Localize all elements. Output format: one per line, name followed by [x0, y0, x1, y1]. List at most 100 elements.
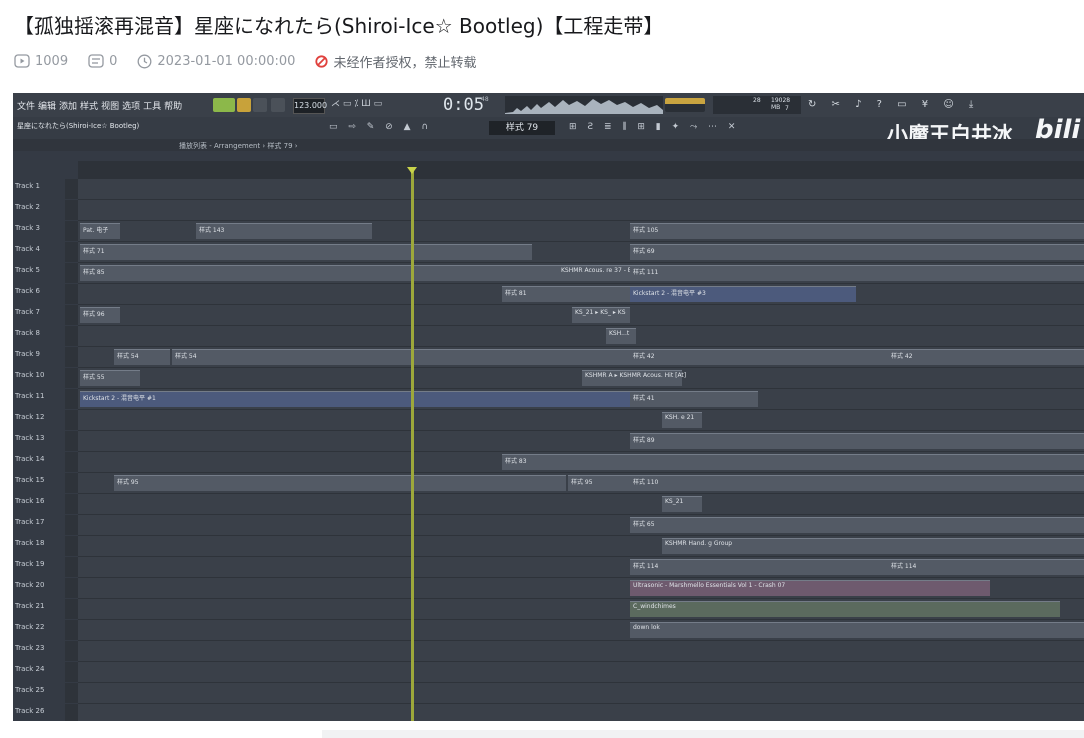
track-lane: 样式 55 KSHMR A ▸ KSHMR Acous. Hit [At] [78, 368, 1084, 389]
clip: KSHMR Acous. re 37 - Bb [558, 265, 636, 281]
clip: C_windchimes [630, 601, 1060, 617]
track-label: Track 22 [15, 623, 45, 631]
danmaku-icon [88, 54, 104, 68]
forbidden-icon [315, 54, 329, 68]
track-lane: Pat. 电子 样式 143 样式 105 [78, 221, 1084, 242]
video-stats: 1009 0 2023-01-01 00:00:00 未经作者授权，禁止转载 [14, 52, 496, 71]
clip: 样式 42 [888, 349, 1084, 365]
clip: 样式 89 [630, 433, 1084, 449]
playlist-tracks: Track 1 Track 2 Track 3 Pat. 电子 样式 143 样… [13, 179, 1084, 721]
danmaku-count-value: 0 [109, 53, 118, 69]
track-lane: Kickstart 2 - 混音电平 #1 样式 41 [78, 389, 1084, 410]
publish-time-value: 2023-01-01 00:00:00 [157, 53, 296, 69]
clip-name: 样式 71 [83, 248, 105, 255]
clip-name: 样式 95 [571, 479, 593, 486]
track-selector [65, 305, 78, 325]
clip-name: Pat. 电子 [83, 227, 109, 234]
track-label: Track 15 [15, 476, 45, 484]
track-label: Track 11 [15, 392, 45, 400]
track-label: Track 9 [15, 350, 40, 358]
track-lane: down lok [78, 620, 1084, 641]
track-label: Track 8 [15, 329, 40, 337]
clip-name: 样式 69 [633, 248, 655, 255]
publish-time: 2023-01-01 00:00:00 [137, 54, 295, 69]
clip: KSH. e 21 [662, 412, 702, 428]
clip-name: 样式 143 [199, 227, 225, 234]
track-selector [65, 431, 78, 451]
track-selector [65, 683, 78, 703]
track-label: Track 25 [15, 686, 45, 694]
copyright-text: 未经作者授权，禁止转载 [333, 55, 477, 71]
tempo-display: 123.000 [293, 98, 327, 114]
track-label: Track 18 [15, 539, 45, 547]
time-sub-display: 48 [481, 96, 489, 103]
track-selector [65, 221, 78, 241]
track-lane: KS_21 [78, 494, 1084, 515]
playlist-breadcrumb: 播放列表 - Arrangement › 样式 79 › [179, 142, 298, 150]
cpu-monitor: 28 19028 MB 7 [713, 96, 801, 114]
track-selector [65, 662, 78, 682]
track-label: Track 2 [15, 203, 40, 211]
track-lane: KSHMR Hand. g Group [78, 536, 1084, 557]
play-count-icon [14, 54, 30, 68]
clip-name: 样式 105 [633, 227, 659, 234]
track-lane [78, 200, 1084, 221]
track-selector [65, 473, 78, 493]
view-count-value: 1009 [35, 53, 69, 69]
cpu-value: 28 [753, 97, 761, 104]
playhead [411, 168, 414, 721]
clip-name: 样式 85 [83, 269, 105, 276]
stop-button [253, 98, 267, 112]
track-lane [78, 704, 1084, 721]
clip: 样式 55 [80, 370, 140, 386]
track-lane: KSH. e 21 [78, 410, 1084, 431]
clip: Kickstart 2 - 混音电平 #3 [630, 286, 856, 302]
clip-name: KSHMR Hand. g Group [665, 540, 733, 547]
track-selector [65, 179, 78, 199]
clip-name: Kickstart 2 - 混音电平 #3 [633, 290, 706, 297]
track-lane [78, 683, 1084, 704]
track-label: Track 21 [15, 602, 45, 610]
track-label: Track 1 [15, 182, 40, 190]
track-selector [65, 452, 78, 472]
clip-name: 样式 42 [633, 353, 655, 360]
clip-name: Ultrasonic - Marshmello Essentials Vol 1… [633, 582, 786, 589]
track-label: Track 12 [15, 413, 45, 421]
track-label: Track 3 [15, 224, 40, 232]
clip: Ultrasonic - Marshmello Essentials Vol 1… [630, 580, 990, 596]
track-lane: 样式 83 [78, 452, 1084, 473]
track-label: Track 17 [15, 518, 45, 526]
track-lane: KSH...t [78, 326, 1084, 347]
track-label: Track 26 [15, 707, 45, 715]
track-lane [78, 179, 1084, 200]
clip: 样式 83 [502, 454, 1084, 470]
core-count: 7 [785, 105, 789, 112]
track-selector [65, 242, 78, 262]
track-label: Track 10 [15, 371, 45, 379]
clip-name: 样式 55 [83, 374, 105, 381]
clip-name: 样式 54 [117, 353, 139, 360]
video-player[interactable]: 文件 编辑 添加 样式 视图 选项 工具 帮助 123.000 ⋌ ▭ ⁒ Ш ▭ 0:05 … [13, 93, 1084, 721]
track-selector [65, 389, 78, 409]
clip-name: 样式 111 [633, 269, 659, 276]
toolbar-right-icons: ↻ ✂ ♪ ? ▭ ¥ ☺ ⤓ [808, 99, 980, 110]
view-count: 1009 [14, 54, 68, 69]
clip-name: C_windchimes [633, 603, 676, 610]
tool-icons-right: ⊞ Ƨ ≣ ⫼ ⊞ ▮ ✦ ⤳ ⋯ ✕ [569, 122, 740, 132]
video-title: 【孤独摇滚再混音】星座になれたら(Shiroi-Ice☆ Bootleg)【工程… [14, 14, 664, 38]
track-lane: 样式 85 KSHMR Acous. re 37 - Bb 样式 111 [78, 263, 1084, 284]
track-label: Track 13 [15, 434, 45, 442]
track-selector [65, 368, 78, 388]
menu-item: 文件 [17, 102, 36, 112]
daw-menu: 文件 编辑 添加 样式 视图 选项 工具 帮助 [17, 99, 185, 112]
track-label: Track 16 [15, 497, 45, 505]
track-lane [78, 641, 1084, 662]
clip-name: 样式 54 [175, 353, 197, 360]
clip-name: 样式 65 [633, 521, 655, 528]
track-selector [65, 599, 78, 619]
clip: KS_21 [662, 496, 702, 512]
clip-name: Kickstart 2 - 混音电平 #1 [83, 395, 156, 402]
track-lane: Ultrasonic - Marshmello Essentials Vol 1… [78, 578, 1084, 599]
menu-item: 编辑 [38, 102, 57, 112]
clip-name: KSH. e 21 [665, 414, 695, 421]
